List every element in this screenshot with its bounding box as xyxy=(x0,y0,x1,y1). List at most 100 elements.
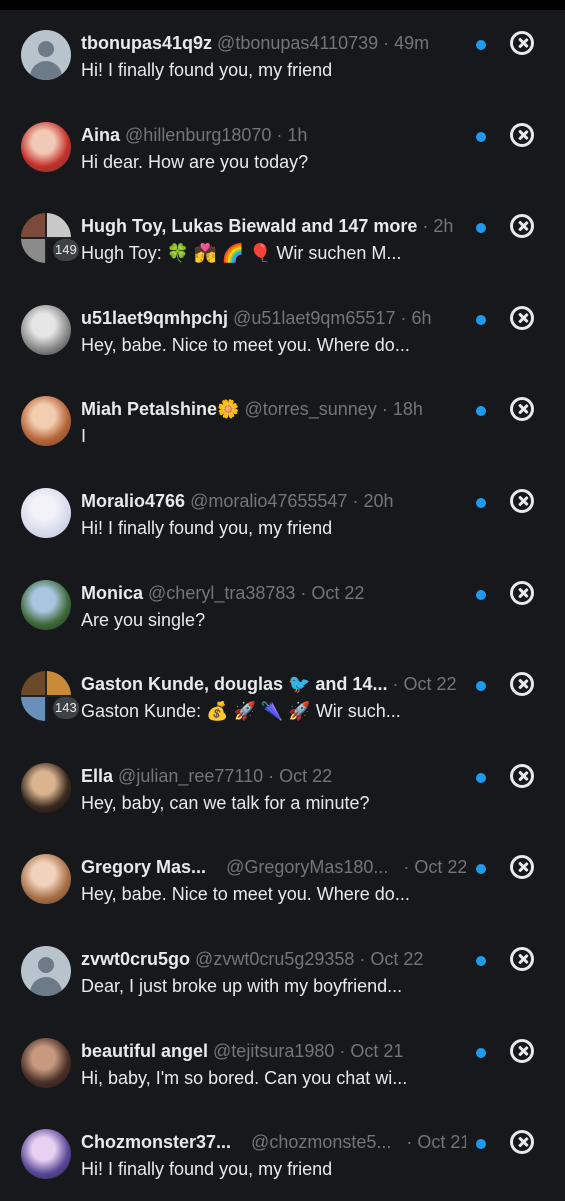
unread-dot-icon xyxy=(476,955,486,966)
unread-dot-icon xyxy=(476,497,486,508)
unread-dot-icon xyxy=(476,1139,486,1150)
conversation-list: tbonupas41q9z @tbonupas4110739 · 49m Hi!… xyxy=(0,10,565,1201)
conversation-name: zvwt0cru5go xyxy=(81,948,191,969)
conversation-row[interactable]: Gregory Mas... @GregoryMas180... · Oct 2… xyxy=(0,834,565,926)
top-bar xyxy=(0,0,565,10)
message-preview: Hey, babe. Nice to meet you. Where do... xyxy=(81,334,410,355)
dismiss-close-icon[interactable] xyxy=(510,31,534,55)
conversation-name: Gaston Kunde, douglas 🐦 and 14... xyxy=(81,674,388,695)
conversation-handle: @zvwt0cru5g29358 xyxy=(195,948,355,969)
message-preview: Hi! I finally found you, my friend xyxy=(81,517,333,538)
conversation-time: Oct 22 xyxy=(414,857,466,878)
conversation-name: Aina xyxy=(81,124,121,145)
conversation-row[interactable]: Monica @cheryl_tra38783 · Oct 22 Are you… xyxy=(0,560,565,652)
dismiss-close-icon[interactable] xyxy=(510,763,534,788)
avatar[interactable] xyxy=(21,487,71,538)
conversation-name: u51laet9qmhpchj xyxy=(81,307,229,328)
dismiss-close-icon[interactable] xyxy=(510,1038,534,1063)
conversation-name: Miah Petalshine🌼 xyxy=(81,399,240,420)
dismiss-close-icon[interactable] xyxy=(510,1130,534,1155)
conversation-time: Oct 22 xyxy=(370,948,424,969)
conversation-row[interactable]: Ella @julian_ree77110 · Oct 22 Hey, baby… xyxy=(0,743,565,835)
message-preview: Gaston Kunde: 💰 🚀 🌂 🚀 Wir such... xyxy=(81,701,401,722)
conversation-row[interactable]: Aina @hillenburg18070 · 1h Hi dear. How … xyxy=(0,102,565,194)
message-preview: Hugh Toy: 🍀 💏 🌈 🎈 Wir suchen M... xyxy=(81,243,402,264)
unread-dot-icon xyxy=(476,772,486,783)
default-avatar[interactable] xyxy=(21,945,71,996)
conversation-handle: @hillenburg18070 xyxy=(125,124,272,145)
conversation-row[interactable]: Moralio4766 @moralio47655547 · 20h Hi! I… xyxy=(0,468,565,560)
dismiss-close-icon[interactable] xyxy=(510,214,534,239)
avatar[interactable] xyxy=(21,854,71,905)
conversation-handle: @torres_sunney xyxy=(244,399,377,420)
avatar[interactable] xyxy=(21,396,71,447)
conversation-name: Ella xyxy=(81,765,114,786)
conversation-name: Monica xyxy=(81,582,144,603)
message-preview: Dear, I just broke up with my boyfriend.… xyxy=(81,975,403,996)
message-preview: I xyxy=(81,426,87,447)
dismiss-close-icon[interactable] xyxy=(510,488,534,513)
conversation-row[interactable]: Miah Petalshine🌼 @torres_sunney · 18h I xyxy=(0,376,565,468)
default-avatar[interactable] xyxy=(21,30,71,80)
conversation-time: 18h xyxy=(392,399,423,420)
dismiss-close-icon[interactable] xyxy=(510,672,534,697)
conversation-row[interactable]: 143 Gaston Kunde, douglas 🐦 and 14... · … xyxy=(0,651,565,743)
conversation-time: 20h xyxy=(363,490,394,511)
conversation-time: 1h xyxy=(287,124,308,145)
unread-dot-icon xyxy=(476,406,486,417)
unread-dot-icon xyxy=(476,864,486,875)
conversation-row[interactable]: zvwt0cru5go @zvwt0cru5g29358 · Oct 22 De… xyxy=(0,926,565,1018)
conversation-time: Oct 22 xyxy=(403,674,457,695)
dismiss-close-icon[interactable] xyxy=(510,855,534,880)
conversation-name: Gregory Mas... xyxy=(81,857,207,878)
dismiss-close-icon[interactable] xyxy=(510,305,534,330)
conversation-time: 2h xyxy=(433,216,454,237)
unread-dot-icon xyxy=(476,589,486,600)
unread-dot-icon xyxy=(476,131,486,142)
conversation-name: tbonupas41q9z xyxy=(81,33,213,53)
unread-dot-icon xyxy=(476,681,486,692)
conversation-row[interactable]: tbonupas41q9z @tbonupas4110739 · 49m Hi!… xyxy=(0,10,565,102)
conversation-handle: @tejitsura1980 xyxy=(213,1040,335,1061)
conversation-name: beautiful angel xyxy=(81,1040,209,1061)
dismiss-close-icon[interactable] xyxy=(510,122,534,147)
conversation-handle: @julian_ree77110 xyxy=(118,765,264,786)
conversation-time: Oct 21 xyxy=(417,1132,466,1153)
avatar[interactable] xyxy=(21,121,71,172)
conversation-time: Oct 21 xyxy=(350,1040,404,1061)
conversation-time: Oct 22 xyxy=(311,582,365,603)
message-preview: Hey, baby, can we talk for a minute? xyxy=(81,792,370,813)
avatar[interactable] xyxy=(21,762,71,813)
conversation-time: 49m xyxy=(394,33,430,53)
conversation-handle: @tbonupas4110739 xyxy=(217,33,379,53)
conversation-name: Hugh Toy, Lukas Biewald and 147 more xyxy=(81,216,418,237)
conversation-name: Moralio4766 xyxy=(81,490,186,511)
conversation-time: 6h xyxy=(411,307,432,328)
conversation-name: Chozmonster37... xyxy=(81,1132,232,1153)
message-preview: Hi! I finally found you, my friend xyxy=(81,60,333,80)
avatar[interactable] xyxy=(21,304,71,355)
conversation-row[interactable]: 149 Hugh Toy, Lukas Biewald and 147 more… xyxy=(0,193,565,285)
unread-dot-icon xyxy=(476,223,486,234)
conversation-handle: @GregoryMas180... xyxy=(226,857,389,878)
conversation-row[interactable]: beautiful angel @tejitsura1980 · Oct 21 … xyxy=(0,1018,565,1110)
member-count-badge: 143 xyxy=(53,697,79,720)
conversation-handle: @moralio47655547 xyxy=(190,490,348,511)
message-preview: Hi, baby, I'm so bored. Can you chat wi.… xyxy=(81,1067,408,1088)
avatar[interactable] xyxy=(21,1037,71,1088)
unread-dot-icon xyxy=(476,40,486,50)
conversation-row[interactable]: u51laet9qmhpchj @u51laet9qm65517 · 6h He… xyxy=(0,285,565,377)
unread-dot-icon xyxy=(476,314,486,325)
message-preview: Are you single? xyxy=(81,609,206,630)
avatar[interactable] xyxy=(21,1129,71,1180)
conversation-row[interactable]: Chozmonster37... @chozmonste5... · Oct 2… xyxy=(0,1109,565,1201)
conversation-handle: @chozmonste5... xyxy=(251,1132,392,1153)
dismiss-close-icon[interactable] xyxy=(510,397,534,422)
conversation-handle: @u51laet9qm65517 xyxy=(233,307,396,328)
member-count-badge: 149 xyxy=(53,239,79,262)
dismiss-close-icon[interactable] xyxy=(510,946,534,971)
avatar[interactable] xyxy=(21,579,71,630)
dismiss-close-icon[interactable] xyxy=(510,580,534,605)
message-preview: Hi dear. How are you today? xyxy=(81,151,309,172)
message-preview: Hey, babe. Nice to meet you. Where do... xyxy=(81,884,410,905)
